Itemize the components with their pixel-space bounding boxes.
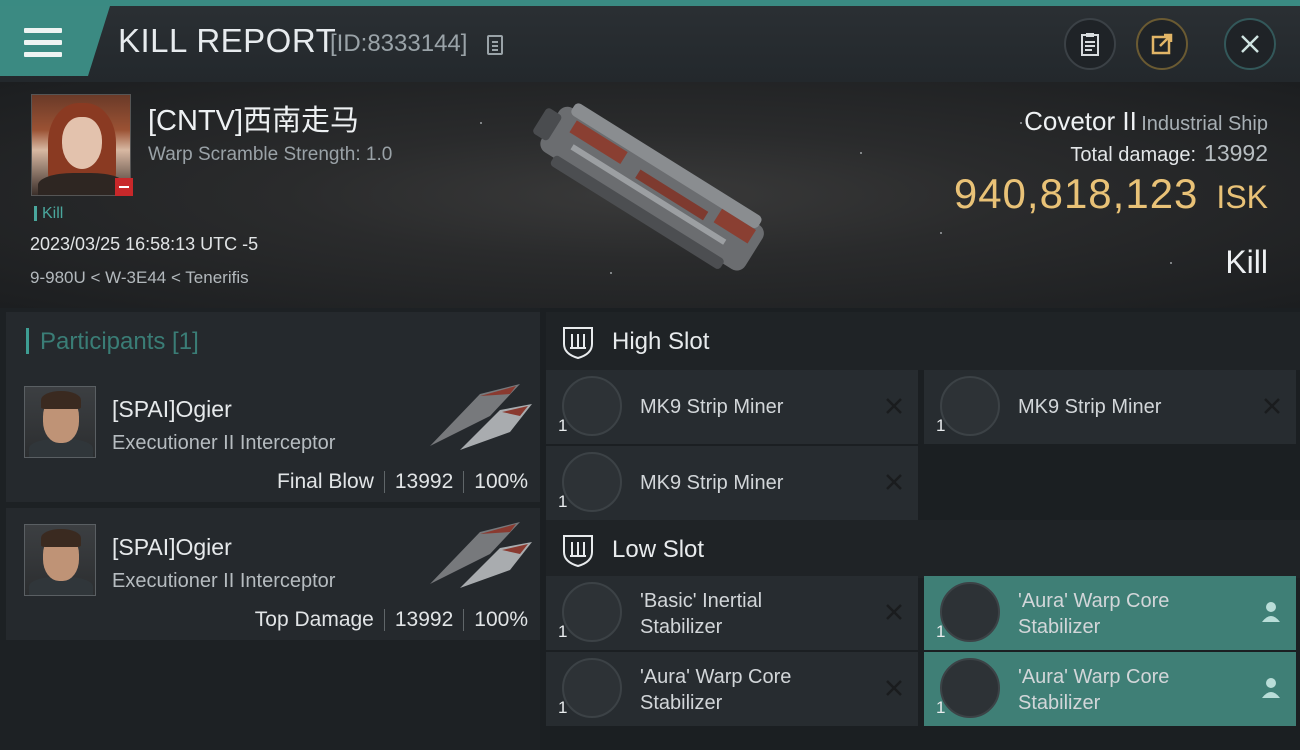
module-qty: 1 [558,698,568,717]
high-slot-header: High Slot [546,312,1300,370]
low-slot-header: Low Slot [546,520,1300,578]
participant-avatar[interactable] [24,524,96,596]
close-icon [1241,35,1259,53]
isk-unit: ISK [1216,179,1268,215]
victim-ship: Covetor II Industrial Ship [1024,106,1268,137]
kill-location: 9-980U < W-3E44 < Tenerifis [30,268,249,287]
top-bar: KILL REPORT [ID:8333144] [0,0,1300,82]
copy-icon[interactable] [487,35,503,55]
participants-title: Participants [1] [40,328,199,355]
module-item[interactable]: 1 'Aura' Warp Core Stabilizer [924,576,1296,650]
close-button[interactable] [1224,18,1276,70]
module-qty: 1 [558,416,568,435]
menu-button[interactable] [0,6,110,76]
participant-ship: Executioner II Interceptor [112,570,336,592]
module-name: 'Aura' Warp Core Stabilizer [1018,666,1170,714]
participant-name[interactable]: [SPAI]Ogier [112,534,232,561]
module-item[interactable]: 1 MK9 Strip Miner [546,446,918,520]
participant-role: Top Damage [254,608,374,631]
module-name: MK9 Strip Miner [640,472,784,494]
clipboard-button[interactable] [1064,18,1116,70]
hamburger-menu-icon [24,28,62,58]
participant-stats: Final Blow 13992 100% [277,470,528,494]
high-slot-icon [563,327,593,360]
module-qty: 1 [936,416,946,435]
module-qty: 1 [936,698,946,717]
participant-percent: 100% [474,608,528,631]
destroyed-icon [886,604,902,620]
isk-loss: 940,818,123 ISK [954,170,1268,218]
module-name: MK9 Strip Miner [1018,396,1162,418]
fittings-panel: High Slot 1 MK9 Strip Miner 1 MK9 Strip … [540,308,1300,750]
top-accent-bar [0,0,1300,6]
module-item[interactable]: 1 'Aura' Warp Core Stabilizer [546,652,918,726]
participant-role: Final Blow [277,470,374,493]
module-name: 'Aura' Warp Core Stabilizer [640,666,792,714]
module-item[interactable]: 1 'Aura' Warp Core Stabilizer [924,652,1296,726]
participant-percent: 100% [474,470,528,493]
total-damage-value: 13992 [1204,140,1268,166]
total-damage: Total damage: 13992 [1070,140,1268,167]
strip-miner-icon [562,376,622,436]
inertial-stabilizer-icon [562,582,622,642]
warp-core-stabilizer-icon [940,658,1000,718]
participant-avatar[interactable] [24,386,96,458]
total-damage-label: Total damage: [1070,144,1197,166]
participants-header[interactable]: Participants [1] [6,312,540,370]
low-slot-label: Low Slot [612,536,705,563]
low-slot-icon [563,535,593,568]
kill-summary: [CNTV]西南走马 Warp Scramble Strength: 1.0 K… [0,82,1300,308]
participant-row[interactable]: [SPAI]Ogier Executioner II Interceptor F… [6,370,540,502]
share-button[interactable] [1136,18,1188,70]
participant-ship-image [430,384,532,450]
module-qty: 1 [558,492,568,511]
participant-row[interactable]: [SPAI]Ogier Executioner II Interceptor T… [6,508,540,640]
strip-miner-icon [940,376,1000,436]
high-slot-label: High Slot [612,328,710,355]
participant-name[interactable]: [SPAI]Ogier [112,396,232,423]
participant-damage: 13992 [394,608,454,631]
module-item[interactable]: 1 'Basic' Inertial Stabilizer [546,576,918,650]
participant-ship: Executioner II Interceptor [112,432,336,454]
module-item[interactable]: 1 MK9 Strip Miner [924,370,1296,444]
kill-datetime: 2023/03/25 16:58:13 UTC -5 [30,234,259,254]
ship-name[interactable]: Covetor II [1024,106,1137,136]
hostile-badge-icon [115,178,133,196]
victim-name[interactable]: [CNTV]西南走马 [148,97,359,139]
share-icon [1151,33,1173,55]
destroyed-icon [1264,398,1280,414]
participant-stats: Top Damage 13992 100% [255,608,528,632]
ship-class: Industrial Ship [1141,113,1268,135]
page-title: KILL REPORT [118,22,337,59]
clipboard-icon [1081,33,1099,56]
participants-panel: Participants [1] [SPAI]Ogier Executioner… [0,308,540,750]
warp-core-stabilizer-icon [562,658,622,718]
module-qty: 1 [558,622,568,641]
module-qty: 1 [936,622,946,641]
destroyed-icon [886,398,902,414]
person-icon [1262,678,1280,698]
result-label: Kill [1225,244,1268,280]
warp-core-stabilizer-icon [940,582,1000,642]
victim-ship-image [533,103,764,271]
destroyed-icon [886,680,902,696]
module-name: MK9 Strip Miner [640,396,784,418]
person-icon [1262,602,1280,622]
isk-value: 940,818,123 [953,170,1199,217]
warp-scramble-strength: Warp Scramble Strength: 1.0 [148,144,393,165]
kill-tag: Kill [34,206,63,222]
report-id: [ID:8333144] [330,30,468,57]
module-name: 'Basic' Inertial Stabilizer [640,590,763,638]
module-name: 'Aura' Warp Core Stabilizer [1018,590,1170,638]
participant-ship-image [430,522,532,588]
participant-damage: 13992 [394,470,454,493]
destroyed-icon [886,474,902,490]
module-item[interactable]: 1 MK9 Strip Miner [546,370,918,444]
strip-miner-icon [562,452,622,512]
